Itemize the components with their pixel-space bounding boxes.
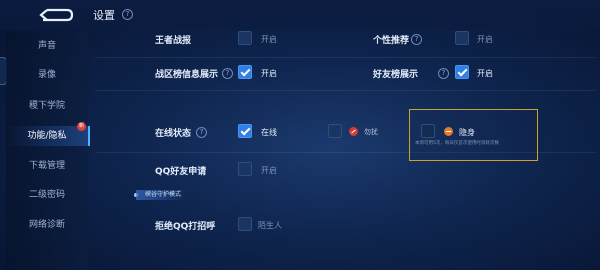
- friend-rank-label: 好友榜展示: [373, 70, 419, 80]
- stealth-value: 隐身: [459, 128, 475, 137]
- sidebar: 声音 录像 稷下学院 功能/隐私 新 下载管理 二级密码 网络诊断: [6, 32, 90, 270]
- do-not-disturb-icon: [349, 127, 358, 136]
- qq-friend-request-value: 开启: [261, 166, 277, 175]
- stealth-icon: [444, 127, 453, 136]
- qq-friend-request-label: QQ好友申请: [155, 167, 207, 177]
- sidebar-item-label: 功能/隐私: [27, 131, 67, 141]
- online-status-label: 在线状态: [155, 129, 192, 139]
- sidebar-item-label: 下载管理: [28, 161, 65, 171]
- online-value: 在线: [261, 128, 277, 137]
- sidebar-item-second-password[interactable]: 二级密码: [6, 185, 88, 205]
- sidebar-item-academy[interactable]: 稷下学院: [6, 96, 88, 116]
- sidebar-item-replay[interactable]: 录像: [6, 65, 88, 85]
- canyon-guard-chip[interactable]: 峡谷守护模式: [136, 190, 187, 200]
- divider: [95, 57, 595, 58]
- battle-rank-label: 战区榜信息展示: [155, 70, 219, 80]
- sidebar-item-privacy[interactable]: 功能/隐私 新: [6, 122, 90, 146]
- qq-friend-request-checkbox[interactable]: [238, 162, 252, 176]
- dnd-checkbox[interactable]: [328, 124, 342, 138]
- divider: [95, 90, 595, 91]
- reject-qq-greet-label: 拒绝QQ打招呼: [155, 222, 216, 232]
- sidebar-item-label: 录像: [37, 70, 56, 80]
- sidebar-item-label: 声音: [37, 41, 56, 51]
- help-icon[interactable]: ?: [222, 68, 233, 79]
- sidebar-item-sound[interactable]: 声音: [6, 36, 88, 56]
- dnd-value: 勿扰: [364, 128, 378, 136]
- sidebar-item-label: 网络诊断: [28, 220, 65, 230]
- help-icon[interactable]: ?: [411, 34, 422, 45]
- help-icon[interactable]: ?: [438, 68, 449, 79]
- stealth-hint: 本周可用5次，每日仅首次使用时消耗次数: [415, 141, 499, 146]
- back-button[interactable]: [36, 6, 76, 24]
- personal-rec-label: 个性推荐: [373, 36, 410, 46]
- sidebar-item-label: 二级密码: [28, 190, 65, 200]
- personal-rec-checkbox[interactable]: [455, 31, 469, 45]
- reject-qq-greet-checkbox[interactable]: [238, 217, 252, 231]
- king-report-label: 王者战报: [155, 36, 192, 46]
- battle-rank-value: 开启: [261, 69, 277, 78]
- friend-rank-checkbox[interactable]: [455, 65, 469, 79]
- sidebar-item-label: 稷下学院: [28, 101, 65, 111]
- online-checkbox[interactable]: [238, 124, 252, 138]
- reject-qq-greet-value: 陌生人: [258, 221, 282, 230]
- king-report-value: 开启: [261, 35, 277, 44]
- new-badge: 新: [77, 122, 86, 131]
- personal-rec-value: 开启: [477, 35, 493, 44]
- friend-rank-value: 开启: [477, 69, 493, 78]
- back-arrow-icon: [39, 8, 74, 22]
- sidebar-item-downloads[interactable]: 下载管理: [6, 156, 88, 176]
- help-icon[interactable]: ?: [122, 9, 133, 20]
- help-icon[interactable]: ?: [196, 127, 207, 138]
- battle-rank-checkbox[interactable]: [238, 65, 252, 79]
- king-report-checkbox[interactable]: [238, 31, 252, 45]
- page-title: 设置: [93, 9, 115, 22]
- sidebar-item-network[interactable]: 网络诊断: [6, 215, 88, 235]
- stealth-checkbox[interactable]: [421, 124, 435, 138]
- top-bar: [0, 0, 600, 30]
